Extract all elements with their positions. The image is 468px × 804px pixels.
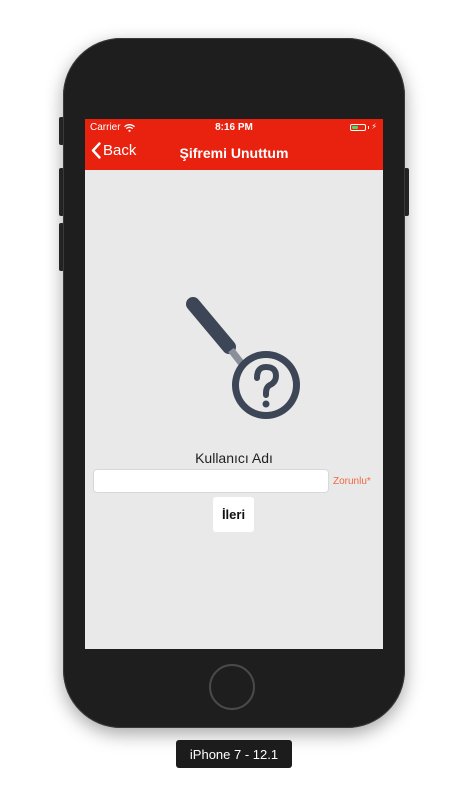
navigation-bar: Back Şifremi Unuttum [85,136,383,170]
battery-level [352,125,359,129]
username-input[interactable] [93,469,329,493]
status-bar: Carrier 8:16 PM ⚡ [85,119,383,136]
device-caption: iPhone 7 - 12.1 [176,740,292,768]
status-time: 8:16 PM [215,122,253,133]
simulator-stage: Carrier 8:16 PM ⚡ Back Şifremi Unuttum K… [0,0,468,804]
battery-tip [368,125,370,129]
username-label: Kullanıcı Adı [195,450,273,466]
battery-icon [350,123,367,131]
home-button[interactable] [209,664,255,710]
bolt-icon: ⚡ [371,122,377,131]
battery-indicator: ⚡ [350,123,377,131]
required-note: Zorunlu* [333,476,371,487]
app-screen: Carrier 8:16 PM ⚡ Back Şifremi Unuttum K… [85,119,383,649]
magnifier-question-icon [186,297,300,419]
page-title: Şifremi Unuttum [179,145,289,161]
next-button[interactable]: İleri [213,497,254,532]
